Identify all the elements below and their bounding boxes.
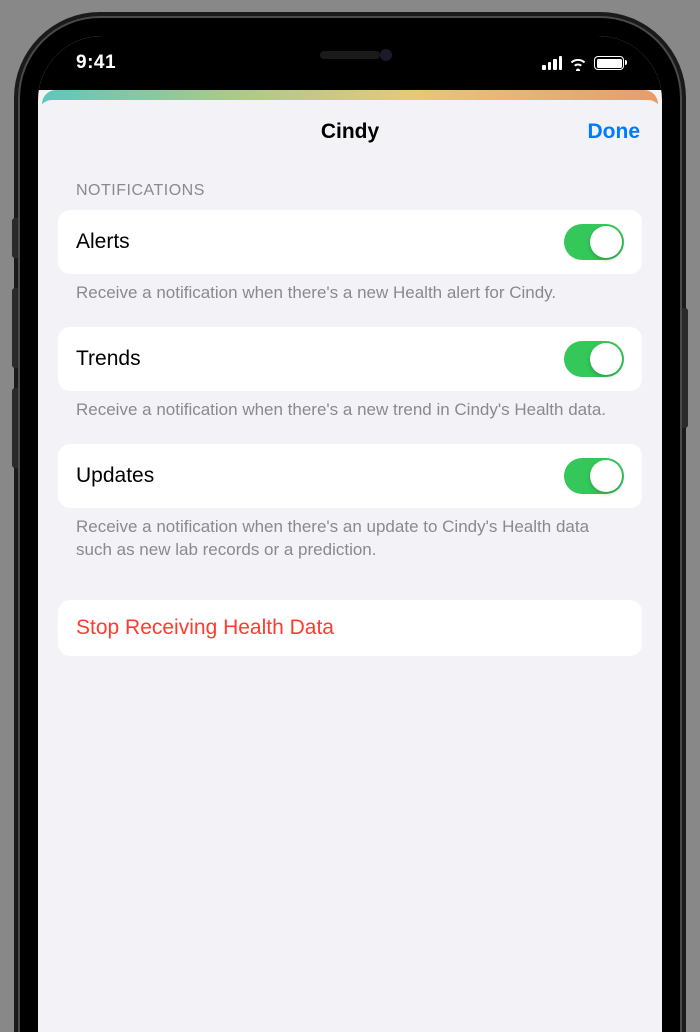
notifications-section-header: NOTIFICATIONS (58, 164, 642, 210)
volume-down-button (12, 388, 18, 468)
trends-footer: Receive a notification when there's a ne… (58, 391, 642, 444)
mute-switch (12, 218, 18, 258)
updates-label: Updates (76, 464, 154, 488)
volume-up-button (12, 288, 18, 368)
alerts-toggle[interactable] (564, 224, 624, 260)
status-time: 9:41 (76, 52, 116, 74)
done-button[interactable]: Done (588, 120, 641, 144)
phone-frame: 9:41 (20, 18, 680, 1032)
trends-toggle[interactable] (564, 341, 624, 377)
toggle-knob (590, 343, 622, 375)
wifi-icon (568, 55, 588, 71)
stop-receiving-label: Stop Receiving Health Data (76, 616, 624, 640)
alerts-footer: Receive a notification when there's a ne… (58, 274, 642, 327)
toggle-knob (590, 460, 622, 492)
alerts-row: Alerts (58, 210, 642, 274)
toggle-knob (590, 226, 622, 258)
updates-footer: Receive a notification when there's an u… (58, 508, 642, 584)
stop-receiving-button[interactable]: Stop Receiving Health Data (58, 600, 642, 656)
settings-sheet: Cindy Done NOTIFICATIONS Alerts Receive … (38, 100, 662, 1028)
battery-icon (594, 56, 624, 70)
cellular-signal-icon (542, 56, 562, 70)
power-button (682, 308, 688, 428)
nav-title: Cindy (321, 120, 379, 144)
content: NOTIFICATIONS Alerts Receive a notificat… (38, 164, 662, 656)
trends-row: Trends (58, 327, 642, 391)
nav-bar: Cindy Done (38, 100, 662, 164)
notch (250, 36, 450, 74)
updates-row: Updates (58, 444, 642, 508)
status-icons (542, 55, 624, 71)
trends-label: Trends (76, 347, 141, 371)
updates-toggle[interactable] (564, 458, 624, 494)
alerts-label: Alerts (76, 230, 130, 254)
screen: 9:41 (38, 36, 662, 1032)
